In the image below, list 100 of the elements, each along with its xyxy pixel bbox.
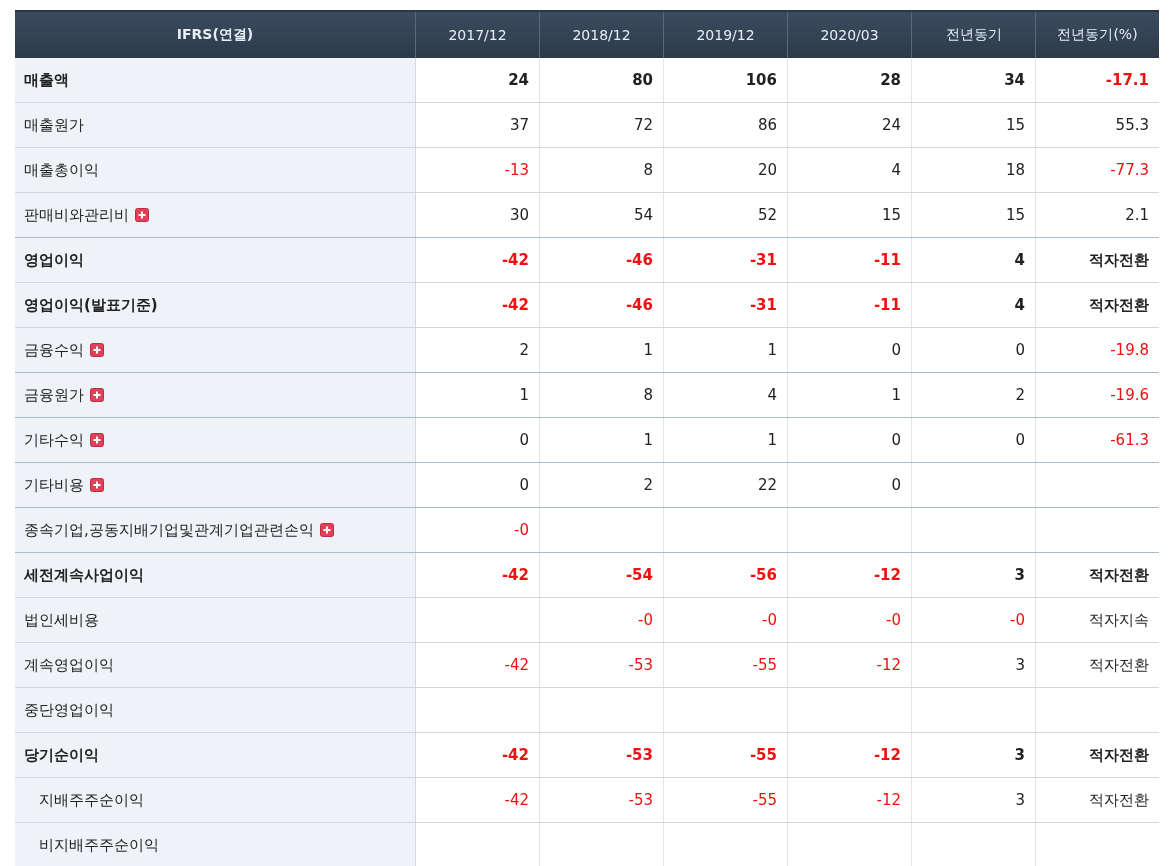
row-label: 금융원가 [24, 385, 84, 405]
table-cell: 22 [663, 462, 788, 508]
plus-icon[interactable] [319, 523, 334, 537]
row-label: 기타비용 [24, 475, 84, 495]
table-cell: 52 [663, 192, 788, 238]
table-cell: 적자전환 [1035, 732, 1159, 778]
table-cell: 적자전환 [1035, 237, 1159, 283]
table-cell: 0 [911, 327, 1036, 373]
table-cell: -77.3 [1035, 147, 1159, 193]
table-cell: -31 [663, 282, 788, 328]
table-cell: -12 [787, 777, 912, 823]
table-cell: 55.3 [1035, 102, 1159, 148]
row-label: 중단영업이익 [24, 700, 114, 720]
table-cell: 15 [787, 192, 912, 238]
table-cell: 15 [911, 192, 1036, 238]
table-cell: -12 [787, 732, 912, 778]
table-cell: -42 [415, 282, 540, 328]
table-cell: 8 [539, 372, 664, 418]
column-header: 2018/12 [539, 11, 664, 58]
table-cell: -0 [663, 597, 788, 643]
table-cell: 적자전환 [1035, 552, 1159, 598]
table-cell: -19.6 [1035, 372, 1159, 418]
table-cell: 15 [911, 102, 1036, 148]
table-cell: 0 [911, 417, 1036, 463]
column-header: 2017/12 [415, 11, 540, 58]
row-label: 세전계속사업이익 [24, 565, 144, 585]
table-cell: 2 [911, 372, 1036, 418]
table-cell: 24 [787, 102, 912, 148]
column-header: 전년동기 [911, 11, 1036, 58]
table-cell: 2 [415, 327, 540, 373]
table-cell: -0 [787, 597, 912, 643]
table-cell: -0 [539, 597, 664, 643]
table-cell: 0 [415, 417, 540, 463]
table-cell: 0 [787, 462, 912, 508]
table-cell: 1 [787, 372, 912, 418]
table-cell: 적자지속 [1035, 597, 1159, 643]
table-cell: 54 [539, 192, 664, 238]
column-header: 2019/12 [663, 11, 788, 58]
table-cell: 2.1 [1035, 192, 1159, 238]
row-label: 기타수익 [24, 430, 84, 450]
table-cell: 4 [911, 237, 1036, 283]
row-label: 영업이익(발표기준) [24, 295, 158, 315]
plus-icon[interactable] [90, 388, 104, 402]
table-cell: -0 [911, 597, 1036, 643]
table-cell: 3 [911, 642, 1036, 688]
table-cell: 37 [415, 102, 540, 148]
row-label: 종속기업,공동지배기업및관계기업관련손익 [24, 520, 314, 540]
table-cell: 3 [911, 777, 1036, 823]
table-cell: -13 [415, 147, 540, 193]
table-cell: 1 [539, 327, 664, 373]
table-cell: 적자전환 [1035, 282, 1159, 328]
table-cell: -42 [415, 642, 540, 688]
table-cell: 4 [911, 282, 1036, 328]
table-cell: -55 [663, 732, 788, 778]
table-cell: 4 [663, 372, 788, 418]
table-cell: -11 [787, 282, 912, 328]
table-cell: -55 [663, 777, 788, 823]
table-cell: 86 [663, 102, 788, 148]
plus-icon[interactable] [90, 433, 104, 447]
column-header: IFRS(연결) [15, 11, 416, 58]
table-cell: -17.1 [1035, 58, 1159, 103]
table-cell: -46 [539, 237, 664, 283]
table-cell: -53 [539, 777, 664, 823]
row-label: 매출총이익 [24, 160, 99, 180]
table-cell: -53 [539, 642, 664, 688]
table-cell: -42 [415, 777, 540, 823]
table-cell: 0 [415, 462, 540, 508]
plus-icon[interactable] [90, 343, 104, 357]
row-label: 영업이익 [24, 250, 84, 270]
table-cell: -19.8 [1035, 327, 1159, 373]
table-cell: -55 [663, 642, 788, 688]
table-cell: 8 [539, 147, 664, 193]
table-cell: 3 [911, 552, 1036, 598]
table-cell: 1 [415, 372, 540, 418]
table-cell: 0 [787, 327, 912, 373]
table-cell: 80 [539, 58, 664, 103]
table-cell: 3 [911, 732, 1036, 778]
table-cell: 72 [539, 102, 664, 148]
table-cell: -56 [663, 552, 788, 598]
table-cell: 30 [415, 192, 540, 238]
table-cell: -12 [787, 552, 912, 598]
table-cell: 34 [911, 58, 1036, 103]
table-cell: -54 [539, 552, 664, 598]
table-cell: 1 [539, 417, 664, 463]
column-header: 전년동기(%) [1035, 11, 1159, 58]
row-label: 당기순이익 [24, 745, 99, 765]
table-cell: -12 [787, 642, 912, 688]
row-label: 계속영업이익 [24, 655, 114, 675]
table-cell: 4 [787, 147, 912, 193]
plus-icon[interactable] [90, 478, 104, 492]
table-cell: 적자전환 [1035, 642, 1159, 688]
row-label: 금융수익 [24, 340, 84, 360]
row-label: 판매비와관리비 [24, 205, 129, 225]
plus-icon[interactable] [135, 208, 149, 222]
table-cell: 적자전환 [1035, 777, 1159, 823]
row-label: 매출액 [24, 70, 69, 90]
row-label: 매출원가 [24, 115, 84, 135]
table-cell: -42 [415, 552, 540, 598]
table-cell: -0 [415, 507, 540, 553]
table-cell: 20 [663, 147, 788, 193]
